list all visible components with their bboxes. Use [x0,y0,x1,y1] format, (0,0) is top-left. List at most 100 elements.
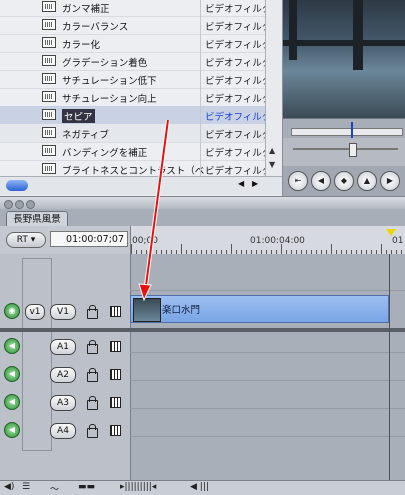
effect-name: サチュレーション低下 [62,76,157,87]
effect-name: サチュレーション向上 [62,94,157,105]
match-frame-icon[interactable]: ▲ [357,171,377,191]
clip-name: 楽口水門 [162,305,201,316]
lock-icon[interactable] [87,424,98,438]
timecode-field[interactable]: 01:00:07;07 [50,231,128,247]
scroll-right-icon[interactable]: ▶ [252,179,258,188]
effect-type: ビデオフィルタ [205,76,272,87]
effect-type: ビデオフィルタ [205,112,272,123]
effect-name: グラデーション着色 [62,58,148,69]
play-around-icon[interactable]: ◆ [334,171,354,191]
effect-type: ビデオフィルタ [205,4,272,15]
zoom-slider-icon[interactable]: ▸|||||||||◂ [120,482,156,492]
audio-control-icon[interactable]: ◀) [4,482,14,492]
lock-icon[interactable] [87,305,98,319]
effect-type: ビデオフィルタ [205,94,272,105]
effect-type: ビデオフィルタ [205,130,272,141]
effect-type: ビデオフィルタ [205,148,272,159]
track-size-icon[interactable]: ▬▬ [78,482,95,492]
vertical-scrollbar[interactable]: ▲ ▼ [265,0,282,176]
horizontal-scroll-thumb[interactable] [6,180,28,191]
jog-track[interactable] [293,148,398,150]
dest-track-a4[interactable]: A4 [50,423,76,439]
clip-overlay-icon[interactable]: 〜 [50,482,59,495]
tab-sequence[interactable]: 長野県風景 [6,211,68,227]
effect-row[interactable]: グラデーション着色 ビデオフィルタ [0,52,271,71]
effect-row[interactable]: サチュレーション向上 ビデオフィルタ [0,88,271,107]
scroll-up-icon[interactable]: ▲ [269,146,275,155]
effect-row[interactable]: ガンマ補正 ビデオフィルタ [0,0,271,17]
filter-icon [42,19,56,30]
column-separator [200,0,201,176]
viewer-playhead[interactable] [351,122,353,138]
in-point-marker[interactable] [386,229,396,236]
timeline-bottom-bar: ◀) ☰ 〜 ▬▬ ▸|||||||||◂ ◀ ||| [0,480,405,495]
close-icon[interactable] [4,200,13,209]
auto-select-icon[interactable] [110,306,121,317]
zoom-icon[interactable] [26,200,35,209]
dest-track-v1[interactable]: V1 [50,304,76,320]
effect-name: バンディングを補正 [62,148,148,159]
auto-select-icon[interactable] [110,341,121,352]
effect-name: カラー化 [62,40,101,51]
timeline-playhead[interactable] [389,254,390,480]
scroll-down-icon[interactable]: ▼ [269,160,275,169]
effect-name: セピア [62,109,95,123]
filter-icon [42,91,56,102]
scroll-left-icon[interactable]: ◀ [238,179,244,188]
lock-icon[interactable] [87,368,98,382]
effect-type: ビデオフィルタ [205,40,272,51]
jog-knob[interactable] [349,143,357,157]
zoom-scroll-icon[interactable]: ◀ ||| [190,482,209,492]
effect-row[interactable]: サチュレーション低下 ビデオフィルタ [0,70,271,89]
track-visibility-icon[interactable]: ◉ [4,303,20,319]
effect-row[interactable]: ネガティブ ビデオフィルタ [0,124,271,143]
audio-enable-icon[interactable]: ◀ [4,422,20,438]
horizontal-scrollbar[interactable]: ◀ ▶ [0,176,282,195]
effect-row[interactable]: セピア ビデオフィルタ [0,106,271,125]
auto-select-icon[interactable] [110,369,121,380]
filter-icon [42,109,56,120]
effect-row[interactable]: カラーバランス ビデオフィルタ [0,16,271,35]
effect-row[interactable]: バンディングを補正 ビデオフィルタ [0,142,271,161]
effect-row[interactable]: カラー化 ビデオフィルタ [0,34,271,53]
track-height-icon[interactable]: ☰ [22,482,30,492]
lock-icon[interactable] [87,340,98,354]
filter-icon [42,163,56,174]
minimize-icon[interactable] [15,200,24,209]
clip-thumbnail [133,298,161,322]
effect-name: カラーバランス [62,22,129,33]
filter-icon [42,55,56,66]
effect-type: ビデオフィルタ [205,58,272,69]
mark-in-icon[interactable]: ⇤ [288,171,308,191]
effect-name: ブライトネスとコントラスト（ベ [62,166,205,177]
filter-icon [42,1,56,12]
video-audio-divider[interactable] [0,328,405,332]
source-patch-v1[interactable]: v1 [25,304,45,320]
effect-type: ビデオフィルタ [205,166,272,177]
dest-track-a3[interactable]: A3 [50,395,76,411]
dest-track-a1[interactable]: A1 [50,339,76,355]
effects-browser: ガンマ補正 ビデオフィルタ カラーバランス ビデオフィルタ カラー化 ビデオフィルタ グラデ… [0,0,283,196]
lock-icon[interactable] [87,396,98,410]
audio-enable-icon[interactable]: ◀ [4,394,20,410]
scrubber-track[interactable] [291,128,403,136]
next-edit-icon[interactable]: ▶ [380,171,400,191]
rt-menu-button[interactable]: RT ▾ [6,232,46,248]
effect-name: ガンマ補正 [62,4,110,15]
timeline-titlebar [0,196,405,210]
filter-icon [42,127,56,138]
effect-type: ビデオフィルタ [205,22,272,33]
audio-enable-icon[interactable]: ◀ [4,366,20,382]
ruler-label: 01 [392,236,404,246]
previous-edit-icon[interactable]: ◀ [311,171,331,191]
auto-select-icon[interactable] [110,397,121,408]
filter-icon [42,73,56,84]
jog-control [283,138,405,166]
filter-icon [42,37,56,48]
viewer-window: ⇤ ◀ ◆ ▲ ▶ [283,0,405,196]
audio-enable-icon[interactable]: ◀ [4,338,20,354]
auto-select-icon[interactable] [110,425,121,436]
dest-track-a2[interactable]: A2 [50,367,76,383]
video-preview [283,0,405,118]
ruler-label: 01:00:04:00 [250,236,305,246]
